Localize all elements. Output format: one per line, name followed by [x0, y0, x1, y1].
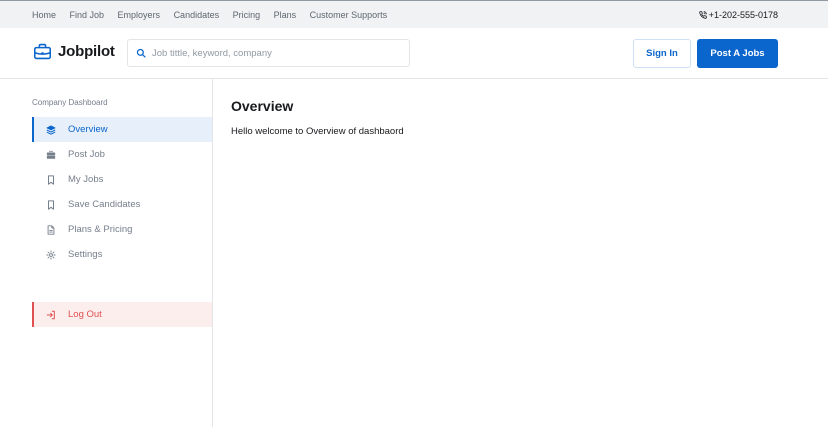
document-icon	[46, 224, 56, 235]
main-content: Overview Hello welcome to Overview of da…	[213, 79, 828, 427]
sidebar-item-label: Post Job	[68, 149, 105, 160]
search-icon	[136, 48, 146, 58]
sidebar-item-plans-pricing[interactable]: Plans & Pricing	[32, 217, 212, 242]
sidebar-item-overview[interactable]: Overview	[32, 117, 212, 142]
sidebar-heading: Company Dashboard	[32, 98, 108, 107]
sidebar-item-save-candidates[interactable]: Save Candidates	[32, 192, 212, 217]
nav-plans[interactable]: Plans	[274, 10, 297, 20]
logout-button[interactable]: Log Out	[32, 302, 212, 327]
sidebar-item-label: Plans & Pricing	[68, 224, 133, 235]
nav-customer-supports[interactable]: Customer Supports	[310, 10, 388, 20]
nav-candidates[interactable]: Candidates	[174, 10, 220, 20]
search-input[interactable]	[152, 47, 392, 59]
logout-label: Log Out	[68, 309, 102, 320]
nav-find-job[interactable]: Find Job	[70, 10, 105, 20]
sign-in-button[interactable]: Sign In	[633, 39, 691, 68]
nav-home[interactable]: Home	[32, 10, 56, 20]
logout-icon	[46, 310, 56, 320]
sidebar-item-label: My Jobs	[68, 174, 104, 185]
phone-icon	[698, 10, 709, 20]
bookmark-icon	[46, 174, 56, 185]
main-header: Jobpilot Sign In Post A Jobs	[0, 28, 828, 79]
gear-icon	[46, 249, 56, 260]
phone-number: +1-202-555-0178	[708, 10, 778, 20]
post-a-job-button[interactable]: Post A Jobs	[697, 39, 778, 68]
brand-logo[interactable]: Jobpilot	[33, 43, 115, 60]
welcome-text: Hello welcome to Overview of dashbaord	[231, 126, 404, 137]
sidebar-item-my-jobs[interactable]: My Jobs	[32, 167, 212, 192]
sidebar-item-post-job[interactable]: Post Job	[32, 142, 212, 167]
brand-name: Jobpilot	[58, 43, 115, 60]
sidebar-item-label: Save Candidates	[68, 199, 141, 210]
bookmark-icon	[46, 199, 56, 210]
phone-contact[interactable]: +1-202-555-0178	[698, 1, 778, 29]
sidebar-item-settings[interactable]: Settings	[32, 242, 212, 267]
sidebar-item-label: Settings	[68, 249, 103, 260]
search-box[interactable]	[127, 39, 410, 67]
sidebar-item-label: Overview	[68, 124, 108, 135]
nav-employers[interactable]: Employers	[118, 10, 161, 20]
sidebar: Company Dashboard Overview Post Job My J…	[0, 79, 213, 427]
sidebar-menu: Overview Post Job My Jobs Save Candidate…	[32, 117, 212, 267]
page-title: Overview	[231, 98, 294, 114]
nav-pricing[interactable]: Pricing	[233, 10, 261, 20]
top-bar: Home Find Job Employers Candidates Prici…	[0, 0, 828, 28]
briefcase-icon	[46, 150, 56, 160]
layers-icon	[46, 125, 56, 135]
briefcase-logo-icon	[33, 43, 52, 60]
top-nav: Home Find Job Employers Candidates Prici…	[32, 1, 401, 29]
